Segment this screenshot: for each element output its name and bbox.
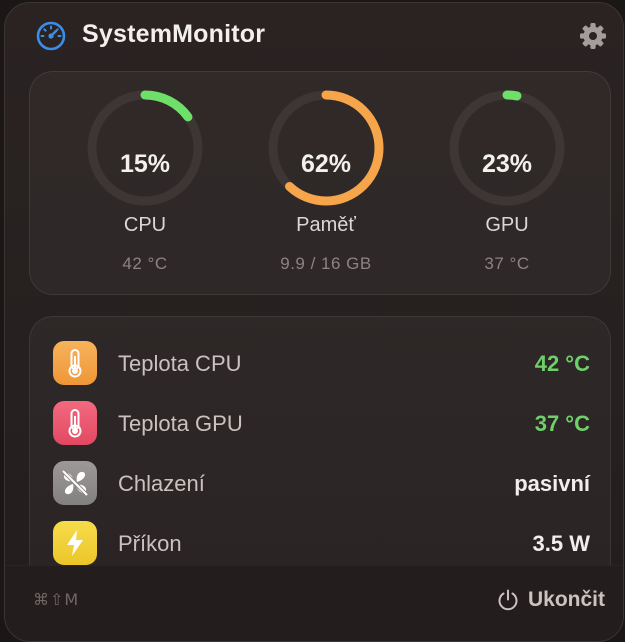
bolt-icon: [53, 521, 97, 565]
speedometer-icon: [36, 21, 66, 51]
thermometer-icon: [53, 401, 97, 445]
cpu-gauge: 15% CPU 42 °C: [65, 88, 225, 288]
power-icon: [498, 589, 518, 611]
system-monitor-window: SystemMonitor 15% CPU 42 °C 62% Paměť 9.…: [4, 2, 624, 642]
gpu-gauge-ring: [449, 90, 565, 206]
app-title: SystemMonitor: [82, 20, 266, 48]
stat-label: Příkon: [118, 531, 182, 556]
stat-value: 3.5 W: [532, 531, 590, 556]
stat-row-cpu-temperature: Teplota CPU 42 °C: [30, 339, 610, 389]
cpu-gauge-temperature: 42 °C: [122, 254, 168, 273]
thermometer-icon: [53, 341, 97, 385]
memory-gauge-ring: [268, 90, 384, 206]
memory-gauge-value: 62%: [300, 150, 352, 178]
gear-icon[interactable]: [579, 22, 607, 50]
gpu-gauge-temperature: 37 °C: [484, 254, 530, 273]
stat-value: 42 °C: [534, 351, 590, 376]
footer: ⌘⇧M Ukončit: [5, 565, 623, 641]
keyboard-shortcut: ⌘⇧M: [33, 590, 80, 609]
gauge-panel: 15% CPU 42 °C 62% Paměť 9.9 / 16 GB 23% …: [29, 71, 611, 295]
memory-gauge-label: Paměť: [296, 214, 356, 236]
fan-icon: [53, 461, 97, 505]
quit-button[interactable]: Ukončit: [496, 584, 605, 616]
header: SystemMonitor: [5, 3, 623, 71]
gpu-gauge-label: GPU: [485, 214, 529, 236]
quit-label: Ukončit: [527, 588, 605, 611]
stat-label: Chlazení: [118, 471, 205, 496]
cpu-gauge-ring: [87, 90, 203, 206]
stat-value: 37 °C: [534, 411, 590, 436]
gpu-gauge-value: 23%: [481, 150, 533, 178]
stat-row-cooling: Chlazení pasivní: [30, 459, 610, 509]
memory-gauge-usage: 9.9 / 16 GB: [280, 254, 372, 273]
stat-value: pasivní: [514, 471, 590, 496]
gpu-gauge: 23% GPU 37 °C: [427, 88, 587, 288]
memory-gauge: 62% Paměť 9.9 / 16 GB: [246, 88, 406, 288]
stat-label: Teplota CPU: [118, 351, 242, 376]
cpu-gauge-value: 15%: [119, 150, 171, 178]
cpu-gauge-label: CPU: [123, 214, 167, 236]
stat-row-gpu-temperature: Teplota GPU 37 °C: [30, 399, 610, 449]
stat-label: Teplota GPU: [118, 411, 243, 436]
stat-row-power: Příkon 3.5 W: [30, 519, 610, 569]
